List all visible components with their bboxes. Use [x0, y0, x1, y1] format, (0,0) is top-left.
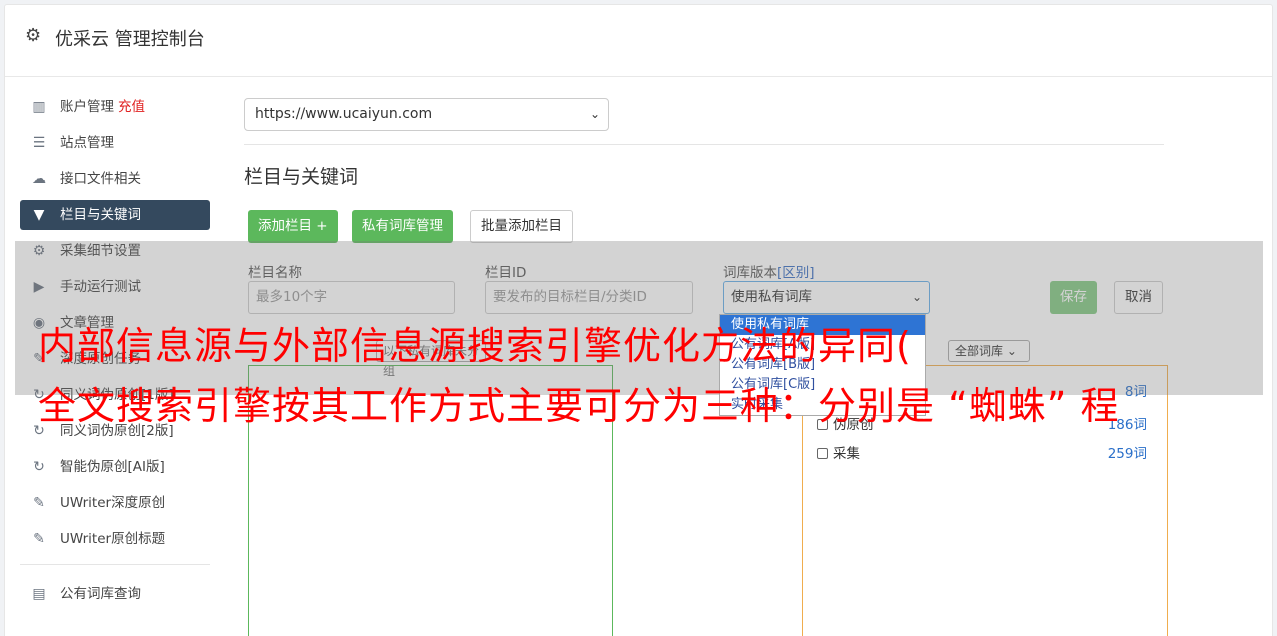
recharge-link[interactable]: 充值: [118, 99, 145, 115]
sidebar-item-uwriter-deep[interactable]: ✎ UWriter深度原创: [20, 488, 210, 518]
watermark-line-2: 全文搜索引擎按其工作方式主要可分为三种：分别是 “蜘蛛” 程: [38, 384, 1120, 428]
watermark-line-1: 内部信息源与外部信息源搜索引擎优化方法的异同(: [38, 324, 912, 368]
sidebar-item-uwriter-title[interactable]: ✎ UWriter原创标题: [20, 524, 210, 554]
sidebar-item-interface[interactable]: ☁ 接口文件相关: [20, 164, 210, 194]
sidebar-item-ai-rewrite[interactable]: ↻ 智能伪原创[AI版]: [20, 452, 210, 482]
sidebar-item-label: 接口文件相关: [60, 171, 141, 187]
site-select[interactable]: https://www.ucaiyun.com ⌄: [244, 98, 609, 131]
app-header: ⚙ 优采云 管理控制台: [5, 5, 1272, 77]
sidebar-item-label: 栏目与关键词: [60, 207, 141, 223]
bar-chart-icon: ▥: [32, 99, 46, 115]
sidebar-item-label: UWriter原创标题: [60, 531, 166, 547]
list-item[interactable]: 采集 259词: [817, 442, 1147, 462]
server-icon: ☰: [32, 135, 46, 151]
filter-icon: ▼: [33, 207, 45, 223]
app-title: 优采云 管理控制台: [55, 29, 205, 50]
batch-add-button[interactable]: 批量添加栏目: [470, 210, 573, 243]
sidebar-item-label: 站点管理: [60, 135, 114, 151]
page-title: 栏目与关键词: [244, 166, 359, 188]
checkbox[interactable]: [817, 448, 828, 459]
sidebar-item-label: 智能伪原创[AI版]: [60, 459, 165, 475]
sidebar-item-account[interactable]: ▥ 账户管理 充值: [20, 92, 210, 122]
word-count: 259词: [1107, 446, 1147, 462]
chevron-down-icon: ⌄: [589, 107, 600, 121]
list-item-label: 采集: [833, 446, 860, 462]
sidebar-item-public-lib[interactable]: ▤ 公有词库查询: [20, 579, 210, 609]
private-lib-button[interactable]: 私有词库管理: [352, 210, 453, 243]
sidebar-item-label: UWriter深度原创: [60, 495, 166, 511]
edit-icon: ✎: [33, 531, 45, 547]
book-icon: ▤: [32, 586, 46, 602]
sidebar-divider: [20, 564, 210, 565]
gear-icon[interactable]: ⚙: [25, 25, 41, 46]
sidebar-item-sites[interactable]: ☰ 站点管理: [20, 128, 210, 158]
cloud-upload-icon: ☁: [32, 171, 46, 187]
edit-icon: ✎: [33, 495, 45, 511]
sidebar-item-label: 公有词库查询: [60, 586, 141, 602]
add-column-button[interactable]: 添加栏目 +: [248, 210, 338, 243]
refresh-icon: ↻: [33, 459, 45, 475]
sidebar-item-columns[interactable]: ▼ 栏目与关键词: [20, 200, 210, 230]
modal-overlay: [15, 241, 1263, 395]
site-select-value: https://www.ucaiyun.com: [255, 106, 433, 122]
divider: [244, 144, 1164, 145]
sidebar-item-label: 账户管理: [60, 99, 114, 115]
